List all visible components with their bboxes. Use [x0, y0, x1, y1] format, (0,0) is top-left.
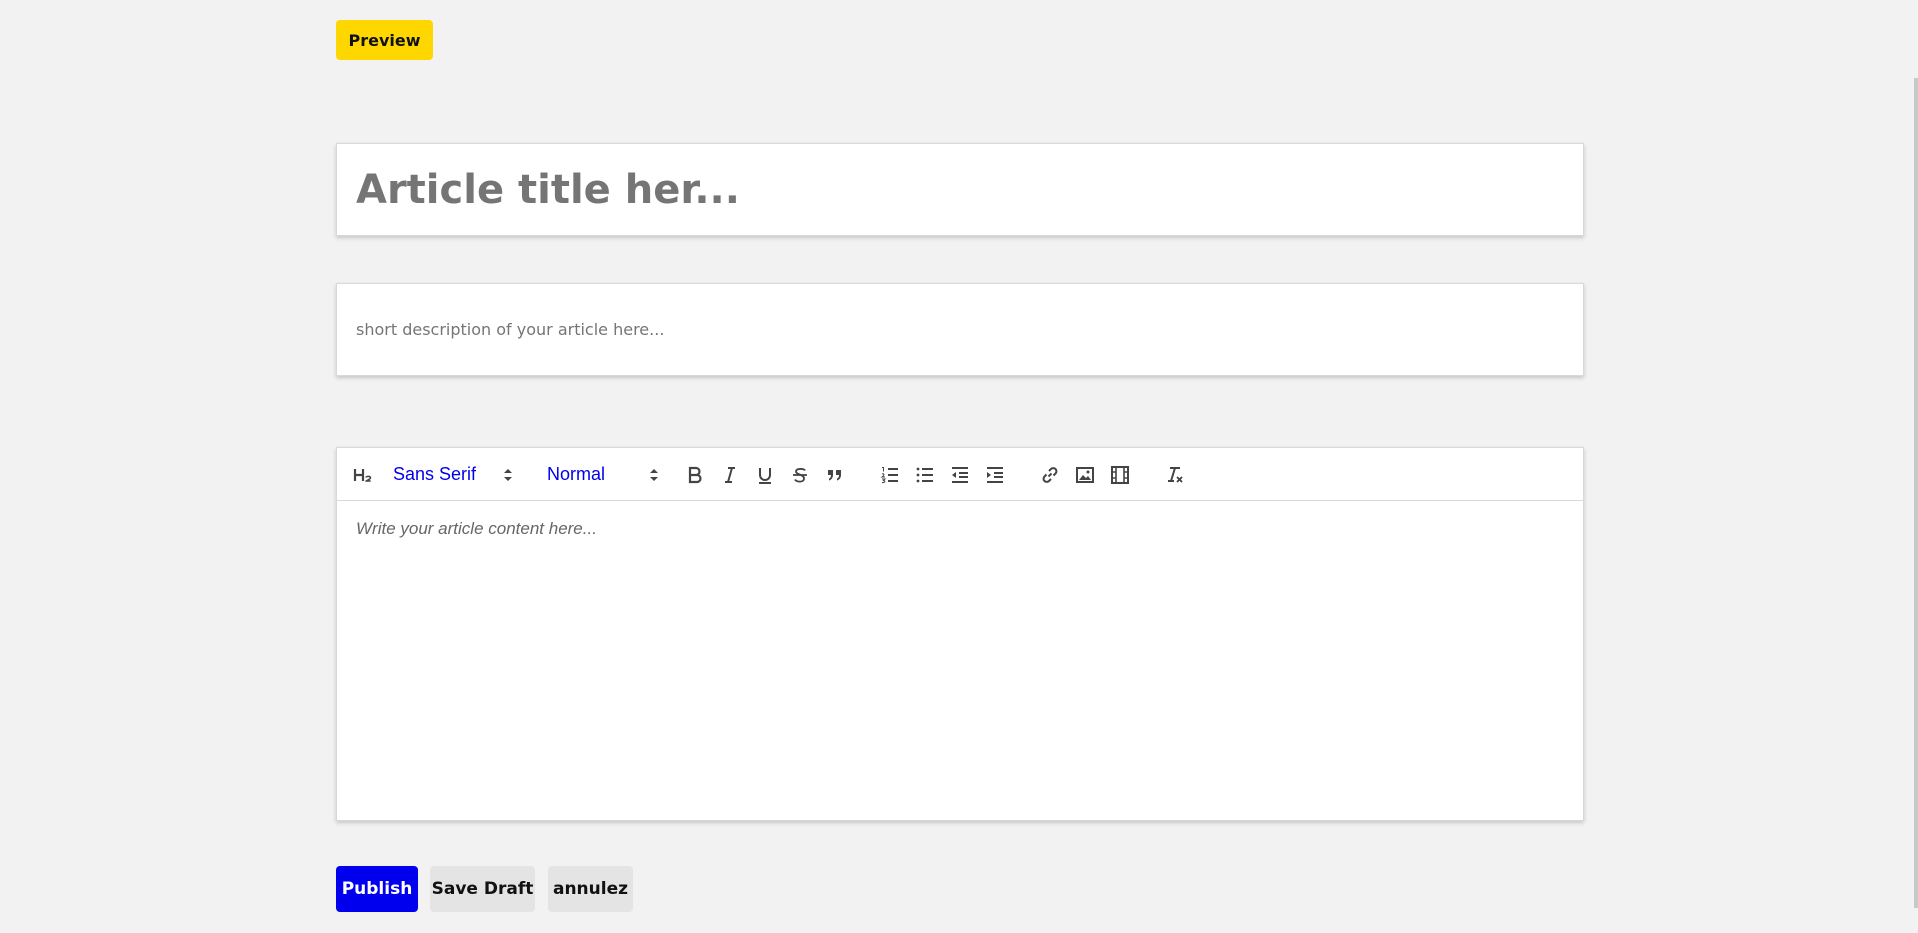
picker-arrows-icon	[504, 469, 512, 481]
indent-icon[interactable]	[983, 448, 1007, 501]
strikethrough-icon[interactable]	[788, 448, 812, 501]
editor-toolbar: Sans Serif Normal	[337, 448, 1583, 501]
article-content-editor[interactable]: Write your article content here...	[337, 501, 1583, 820]
font-size-label: Normal	[547, 464, 606, 484]
ordered-list-icon[interactable]	[878, 448, 902, 501]
publish-button[interactable]: Publish	[336, 866, 418, 912]
blockquote-icon[interactable]	[823, 448, 847, 501]
article-title-input[interactable]	[337, 144, 1583, 235]
font-size-picker[interactable]: Normal	[547, 448, 659, 501]
preview-button[interactable]: Preview	[336, 20, 433, 60]
picker-arrows-icon	[650, 469, 658, 481]
page-scrollbar[interactable]	[1914, 78, 1918, 908]
rich-text-editor: Sans Serif Normal Write your article con…	[336, 447, 1584, 821]
italic-icon[interactable]	[718, 448, 742, 501]
link-icon[interactable]	[1038, 448, 1062, 501]
clear-format-icon[interactable]	[1163, 448, 1187, 501]
bullet-list-icon[interactable]	[913, 448, 937, 501]
description-card	[336, 283, 1584, 376]
cancel-button[interactable]: annulez	[548, 866, 633, 912]
font-family-picker[interactable]: Sans Serif	[393, 448, 513, 501]
heading-2-icon[interactable]	[351, 448, 375, 501]
content-placeholder: Write your article content here...	[356, 519, 597, 538]
underline-icon[interactable]	[753, 448, 777, 501]
image-icon[interactable]	[1073, 448, 1097, 501]
bold-icon[interactable]	[683, 448, 707, 501]
title-card	[336, 143, 1584, 236]
font-family-label: Sans Serif	[393, 464, 477, 484]
article-description-input[interactable]	[337, 284, 1583, 375]
video-icon[interactable]	[1108, 448, 1132, 501]
save-draft-button[interactable]: Save Draft	[430, 866, 535, 912]
outdent-icon[interactable]	[948, 448, 972, 501]
